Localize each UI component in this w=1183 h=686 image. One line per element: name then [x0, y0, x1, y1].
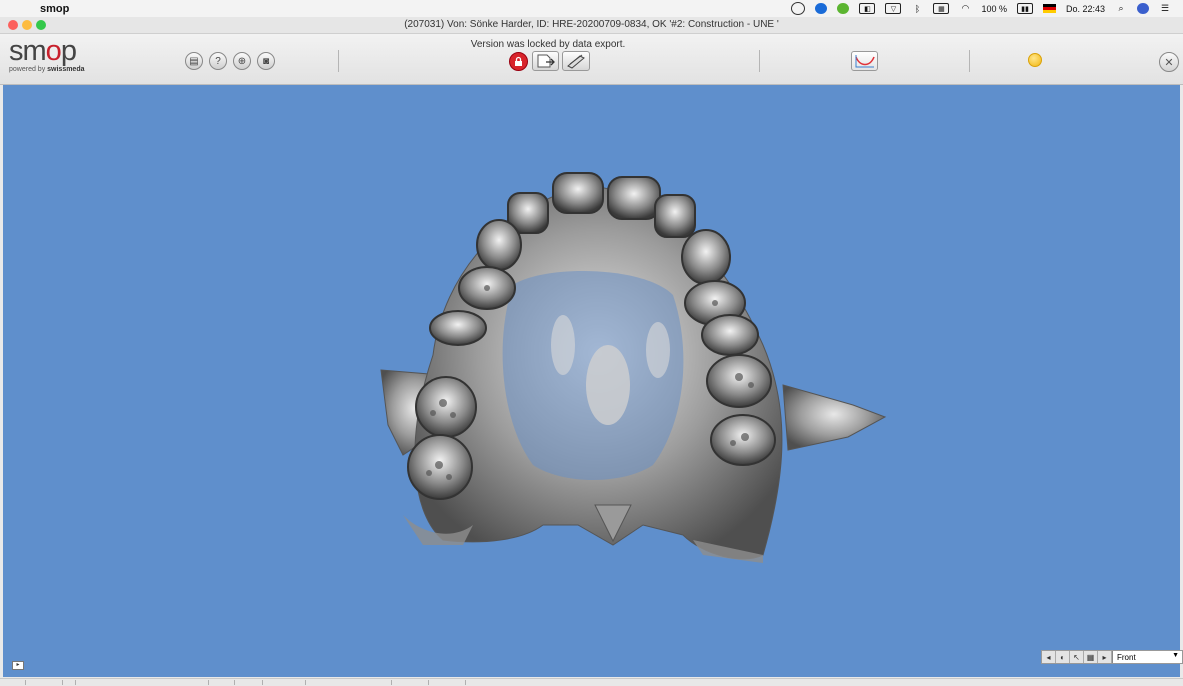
- window-title-bar: (207031) Von: Sönke Harder, ID: HRE-2020…: [0, 17, 1183, 34]
- spotlight-search-icon[interactable]: ⌕: [1115, 3, 1127, 15]
- keyboard-icon[interactable]: ▦: [933, 3, 950, 14]
- tools-icon[interactable]: [562, 51, 590, 71]
- chevron-down-icon: ▼: [1172, 652, 1179, 659]
- creative-cloud-icon[interactable]: [791, 2, 806, 15]
- user-avatar-icon[interactable]: [1137, 3, 1149, 14]
- status-divider: [234, 680, 235, 685]
- next-view-icon[interactable]: ▸: [1098, 651, 1112, 663]
- logo-powered-by: powered by: [9, 66, 48, 73]
- camera-icon[interactable]: ◙: [257, 52, 275, 70]
- toolbar-divider: [969, 50, 970, 72]
- export-icon[interactable]: [532, 51, 559, 71]
- app-status-icon[interactable]: [815, 3, 828, 14]
- status-divider: [428, 680, 429, 685]
- status-divider: [75, 680, 76, 685]
- logo-brand: swissmeda: [47, 66, 85, 73]
- battery-icon[interactable]: ▮▮: [1016, 3, 1033, 14]
- shield-icon[interactable]: ▽: [885, 3, 902, 14]
- previous-view-icon[interactable]: ◂: [1042, 651, 1056, 663]
- view-select-value: Front: [1117, 652, 1136, 662]
- window-title: (207031) Von: Sönke Harder, ID: HRE-2020…: [404, 19, 779, 30]
- add-icon[interactable]: ⊕: [233, 52, 251, 70]
- status-menus: ◧ ▽ ᛒ ▦ ◠ 100 % ▮▮ Do. 22:43 ⌕ ☰: [791, 2, 1171, 15]
- view-select[interactable]: Front ▼: [1112, 651, 1182, 663]
- status-divider: [62, 680, 63, 685]
- app-toolbar: smop powered by swissmeda ▤ ? ⊕ ◙ Versio…: [0, 34, 1183, 85]
- toolbar-divider: [759, 50, 760, 72]
- curve-icon[interactable]: [851, 51, 878, 71]
- help-icon[interactable]: ?: [209, 52, 227, 70]
- input-language-flag-icon[interactable]: [1042, 4, 1056, 13]
- status-divider: [262, 680, 263, 685]
- status-divider: [305, 680, 306, 685]
- grid-icon[interactable]: ▦: [1084, 651, 1098, 663]
- lock-icon[interactable]: [509, 52, 528, 71]
- sun-icon[interactable]: [1028, 53, 1042, 67]
- notification-center-icon[interactable]: ☰: [1159, 3, 1171, 15]
- menu-bar: smop ◧ ▽ ᛒ ▦ ◠ 100 % ▮▮ Do. 22:43 ⌕ ☰: [0, 0, 1183, 17]
- 3d-viewport[interactable]: ▸ ◂ ◐ ↖ ▦ ▸ Front ▼: [3, 85, 1183, 677]
- dental-scan-model[interactable]: [3, 85, 1180, 677]
- battery-percent[interactable]: 100 %: [981, 3, 1007, 15]
- bluetooth-icon[interactable]: ᛒ: [911, 3, 923, 15]
- rotate-icon[interactable]: ◐: [1056, 651, 1070, 663]
- clock[interactable]: Do. 22:43: [1066, 3, 1105, 15]
- cursor-icon[interactable]: ↖: [1070, 651, 1084, 663]
- evernote-icon[interactable]: [837, 3, 850, 14]
- wifi-icon[interactable]: ◠: [959, 3, 971, 15]
- lock-message: Version was locked by data export.: [470, 39, 626, 50]
- status-divider: [465, 680, 466, 685]
- toolbar-divider: [338, 50, 339, 72]
- close-icon[interactable]: ✕: [1159, 52, 1179, 72]
- view-controls: ◂ ◐ ↖ ▦ ▸ Front ▼: [1041, 650, 1183, 664]
- status-divider: [208, 680, 209, 685]
- status-divider: [25, 680, 26, 685]
- display-icon[interactable]: ◧: [859, 3, 876, 14]
- status-divider: [391, 680, 392, 685]
- app-menu[interactable]: smop: [40, 3, 69, 15]
- calculator-icon[interactable]: ▤: [185, 52, 203, 70]
- axis-indicator-icon[interactable]: ▸: [12, 661, 24, 670]
